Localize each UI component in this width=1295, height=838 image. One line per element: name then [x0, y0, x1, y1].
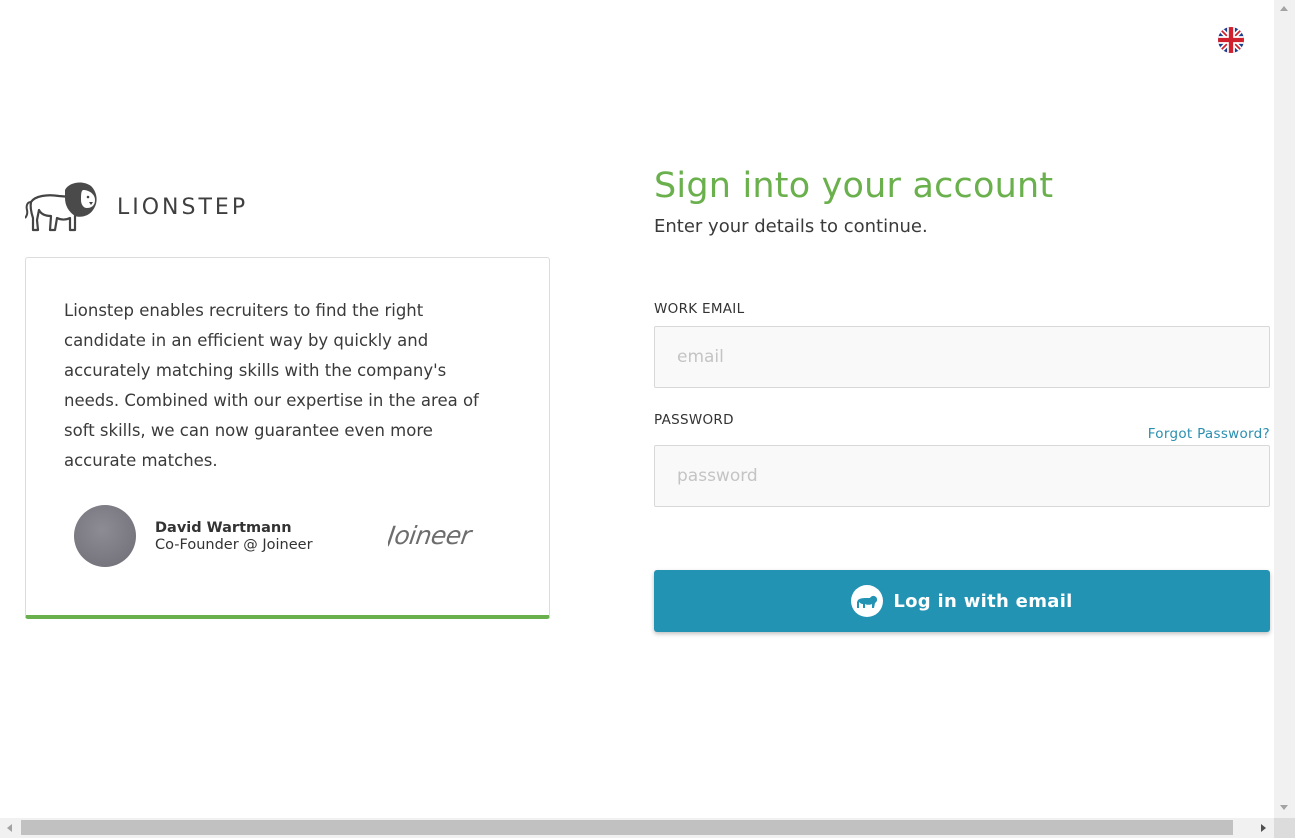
- scroll-left-arrow-icon[interactable]: [7, 824, 12, 832]
- company-logo: Joineer: [381, 520, 478, 556]
- password-label: PASSWORD: [654, 412, 734, 428]
- uk-flag-icon[interactable]: [1218, 27, 1244, 53]
- testimonial-card: Lionstep enables recruiters to find the …: [25, 257, 550, 619]
- page-subtitle: Enter your details to continue.: [654, 216, 928, 237]
- testimonial-person-name: David Wartmann: [155, 520, 292, 536]
- brand-name: LIONSTEP: [117, 194, 249, 220]
- page-title: Sign into your account: [654, 166, 1054, 206]
- scroll-down-arrow-icon[interactable]: [1280, 805, 1288, 810]
- horizontal-scrollbar[interactable]: [0, 818, 1295, 838]
- testimonial-quote: Lionstep enables recruiters to find the …: [64, 301, 479, 470]
- avatar: [74, 505, 136, 567]
- email-field[interactable]: [654, 326, 1270, 388]
- scroll-up-arrow-icon[interactable]: [1280, 6, 1288, 11]
- scroll-right-arrow-icon[interactable]: [1261, 824, 1266, 832]
- login-button[interactable]: Log in with email: [654, 570, 1270, 632]
- login-button-label: Log in with email: [893, 590, 1073, 612]
- lion-logo-icon: [25, 180, 99, 234]
- password-field[interactable]: [654, 445, 1270, 507]
- brand-logo: LIONSTEP: [25, 180, 248, 234]
- scrollbar-corner: [1274, 818, 1295, 838]
- company-logo-text: Joineer: [388, 521, 475, 550]
- forgot-password-link[interactable]: Forgot Password?: [1148, 426, 1270, 442]
- horizontal-scrollbar-thumb[interactable]: [21, 820, 1233, 835]
- testimonial-person-role: Co-Founder @ Joineer: [155, 537, 313, 553]
- email-label: WORK EMAIL: [654, 301, 745, 317]
- lion-icon: [851, 585, 884, 617]
- vertical-scrollbar[interactable]: [1274, 0, 1295, 818]
